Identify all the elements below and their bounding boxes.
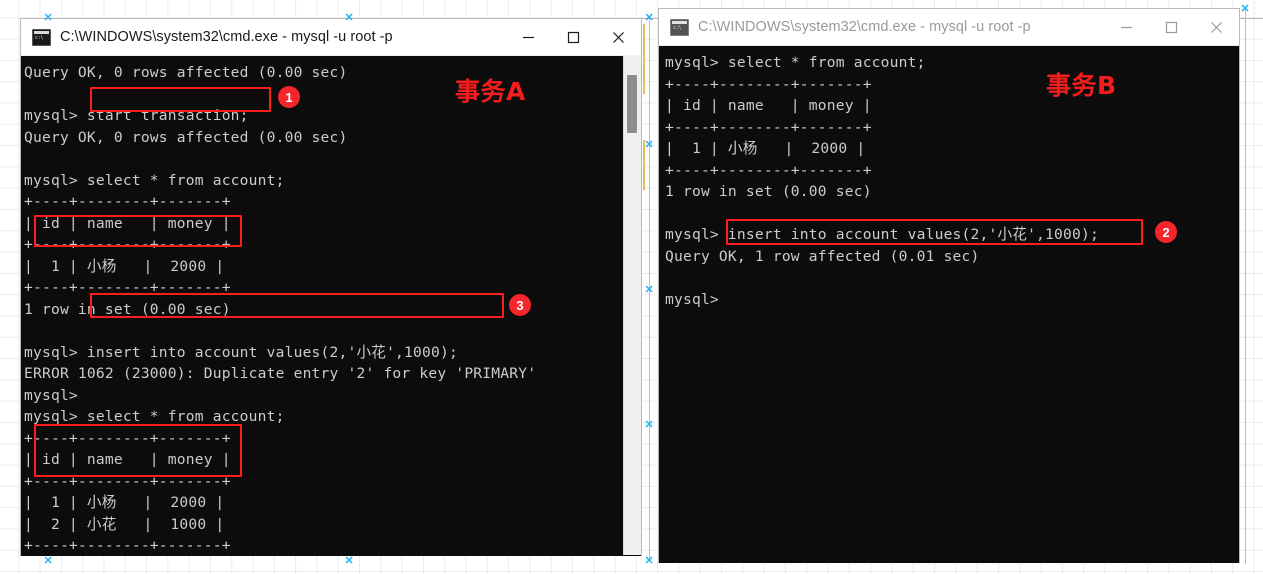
left-scrollbar-thumb[interactable] — [627, 75, 637, 133]
console-line: mysql> — [24, 386, 78, 404]
console-line: | id | name | money | — [665, 97, 872, 114]
selection-handle[interactable]: ✕ — [645, 555, 654, 566]
left-window-title: C:\WINDOWS\system32\cmd.exe - mysql -u r… — [60, 29, 393, 45]
console-line: | 1 | 小杨 | 2000 | — [24, 494, 225, 511]
console-line: +----+--------+-------+ — [24, 429, 231, 447]
console-line: ERROR 1062 (23000): Duplicate entry '2' … — [24, 365, 537, 382]
right-window-title: C:\WINDOWS\system32\cmd.exe - mysql -u r… — [698, 19, 1031, 35]
console-line: Query OK, 0 rows affected (0.00 sec) — [24, 64, 348, 81]
annotation-badge-1: 1 — [278, 86, 300, 108]
close-button[interactable] — [1194, 9, 1239, 45]
right-cmd-window[interactable]: C:\WINDOWS\system32\cmd.exe - mysql -u r… — [659, 9, 1239, 563]
selection-handle[interactable]: ✕ — [345, 555, 354, 566]
selection-handle[interactable]: ✕ — [1241, 3, 1250, 14]
console-line: +----+--------+-------+ — [24, 537, 231, 554]
console-line: +----+--------+-------+ — [665, 118, 872, 136]
console-line: | 1 | 小杨 | 2000 | — [665, 140, 866, 157]
transaction-a-label: 事务A — [455, 77, 526, 106]
console-line: mysql> start transaction; — [24, 107, 249, 124]
console-line: | id | name | money | — [24, 214, 231, 232]
cmd-app-icon — [670, 18, 689, 36]
console-line: +----+--------+-------+ — [24, 236, 231, 253]
console-line: mysql> select * from account; — [24, 171, 285, 189]
console-line: 1 row in set (0.00 sec) — [665, 183, 872, 200]
selection-handle[interactable]: ✕ — [645, 12, 654, 23]
transaction-b-label: 事务B — [1046, 71, 1117, 100]
selection-handle[interactable]: ✕ — [645, 139, 654, 150]
left-window-caption-buttons[interactable] — [506, 19, 641, 55]
left-console-scrollbar[interactable] — [623, 55, 641, 555]
right-image-guide — [1245, 9, 1246, 564]
minimize-button[interactable] — [1104, 9, 1149, 45]
console-line: | 1 | 小杨 | 2000 | — [24, 257, 225, 275]
cmd-app-icon — [32, 28, 51, 46]
column-guide-line — [643, 24, 645, 94]
close-button[interactable] — [596, 19, 641, 55]
selection-handle[interactable]: ✕ — [645, 284, 654, 295]
selection-handle[interactable]: ✕ — [44, 555, 53, 566]
console-line: mysql> insert into account values(2,'小花'… — [665, 226, 1099, 243]
annotation-badge-2: 2 — [1155, 221, 1177, 243]
console-line: +----+--------+-------+ — [665, 161, 872, 179]
annotation-badge-3: 3 — [509, 294, 531, 316]
selection-handle[interactable]: ✕ — [345, 12, 354, 23]
right-console-output[interactable]: mysql> select * from account; +----+-----… — [659, 46, 1239, 563]
console-line: | 2 | 小花 | 1000 | — [24, 515, 225, 533]
console-line: +----+--------+-------+ — [24, 193, 231, 210]
left-console-output[interactable]: Query OK, 0 rows affected (0.00 sec) mys… — [21, 56, 641, 556]
console-line: mysql> insert into account values(2,'小花'… — [24, 343, 458, 361]
console-line: | id | name | money | — [24, 451, 231, 468]
console-line: mysql> — [665, 290, 719, 308]
right-window-caption-buttons[interactable] — [1104, 9, 1239, 45]
console-line: 1 row in set (0.00 sec) — [24, 300, 231, 318]
console-line: +----+--------+-------+ — [24, 279, 231, 296]
console-line: Query OK, 1 row affected (0.01 sec) — [665, 247, 980, 265]
selection-handle[interactable]: ✕ — [645, 419, 654, 430]
console-line: Query OK, 0 rows affected (0.00 sec) — [24, 128, 348, 146]
console-line: mysql> select * from account; — [24, 408, 285, 425]
console-line: mysql> select * from account; — [665, 54, 926, 71]
console-line: +----+--------+-------+ — [24, 472, 231, 490]
right-window-titlebar[interactable]: C:\WINDOWS\system32\cmd.exe - mysql -u r… — [659, 9, 1239, 46]
left-window-titlebar[interactable]: C:\WINDOWS\system32\cmd.exe - mysql -u r… — [21, 19, 641, 56]
selection-handle[interactable]: ✕ — [44, 12, 53, 23]
minimize-button[interactable] — [506, 19, 551, 55]
maximize-button[interactable] — [551, 19, 596, 55]
left-cmd-window[interactable]: C:\WINDOWS\system32\cmd.exe - mysql -u r… — [21, 19, 641, 556]
maximize-button[interactable] — [1149, 9, 1194, 45]
console-line: +----+--------+-------+ — [665, 75, 872, 93]
